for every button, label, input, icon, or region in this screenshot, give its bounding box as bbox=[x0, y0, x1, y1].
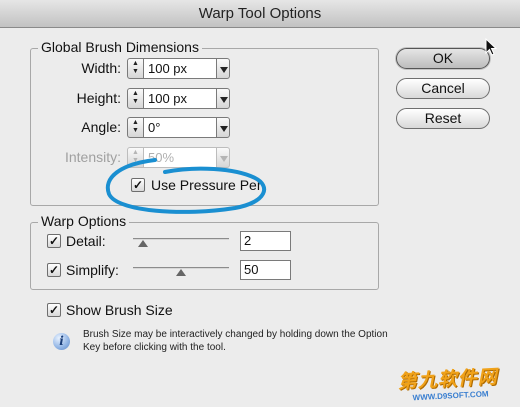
angle-input[interactable]: 0° bbox=[144, 117, 216, 138]
detail-label[interactable]: Detail: bbox=[66, 233, 106, 249]
show-brush-size-label[interactable]: Show Brush Size bbox=[66, 302, 173, 318]
angle-combo[interactable]: ▲ ▼ 0° bbox=[127, 117, 230, 138]
detail-input[interactable]: 2 bbox=[240, 231, 291, 251]
window-title: Warp Tool Options bbox=[198, 5, 322, 22]
simplify-checkbox[interactable]: ✓ bbox=[47, 263, 61, 277]
show-brush-size-checkbox[interactable]: ✓ bbox=[47, 303, 61, 317]
angle-label: Angle: bbox=[81, 119, 121, 135]
global-brush-group-label: Global Brush Dimensions bbox=[38, 39, 202, 55]
ok-button[interactable]: OK bbox=[396, 48, 490, 69]
title-bar: Warp Tool Options bbox=[0, 0, 520, 28]
simplify-input[interactable]: 50 bbox=[240, 260, 291, 280]
height-label: Height: bbox=[76, 90, 121, 106]
height-combo[interactable]: ▲ ▼ 100 px bbox=[127, 88, 230, 109]
watermark-logo: 第九软件网 WWW.D9SOFT.COM bbox=[397, 361, 517, 407]
angle-dropdown-arrow[interactable] bbox=[216, 117, 230, 138]
width-label: Width: bbox=[81, 60, 121, 76]
width-combo[interactable]: ▲ ▼ 100 px bbox=[127, 58, 230, 79]
width-stepper[interactable]: ▲ ▼ bbox=[127, 58, 144, 79]
height-dropdown-arrow[interactable] bbox=[216, 88, 230, 109]
detail-checkbox[interactable]: ✓ bbox=[47, 234, 61, 248]
mouse-cursor-icon bbox=[485, 38, 497, 56]
simplify-label[interactable]: Simplify: bbox=[66, 262, 119, 278]
simplify-slider-thumb[interactable] bbox=[176, 269, 186, 276]
highlight-circle bbox=[105, 158, 267, 214]
width-input[interactable]: 100 px bbox=[144, 58, 216, 79]
angle-stepper[interactable]: ▲ ▼ bbox=[127, 117, 144, 138]
info-text: Brush Size may be interactively changed … bbox=[83, 329, 388, 353]
width-dropdown-arrow[interactable] bbox=[216, 58, 230, 79]
cancel-button[interactable]: Cancel bbox=[396, 78, 490, 99]
reset-button[interactable]: Reset bbox=[396, 108, 490, 129]
detail-slider-thumb[interactable] bbox=[137, 240, 148, 247]
height-stepper[interactable]: ▲ ▼ bbox=[127, 88, 144, 109]
info-icon: i bbox=[53, 333, 70, 350]
height-input[interactable]: 100 px bbox=[144, 88, 216, 109]
